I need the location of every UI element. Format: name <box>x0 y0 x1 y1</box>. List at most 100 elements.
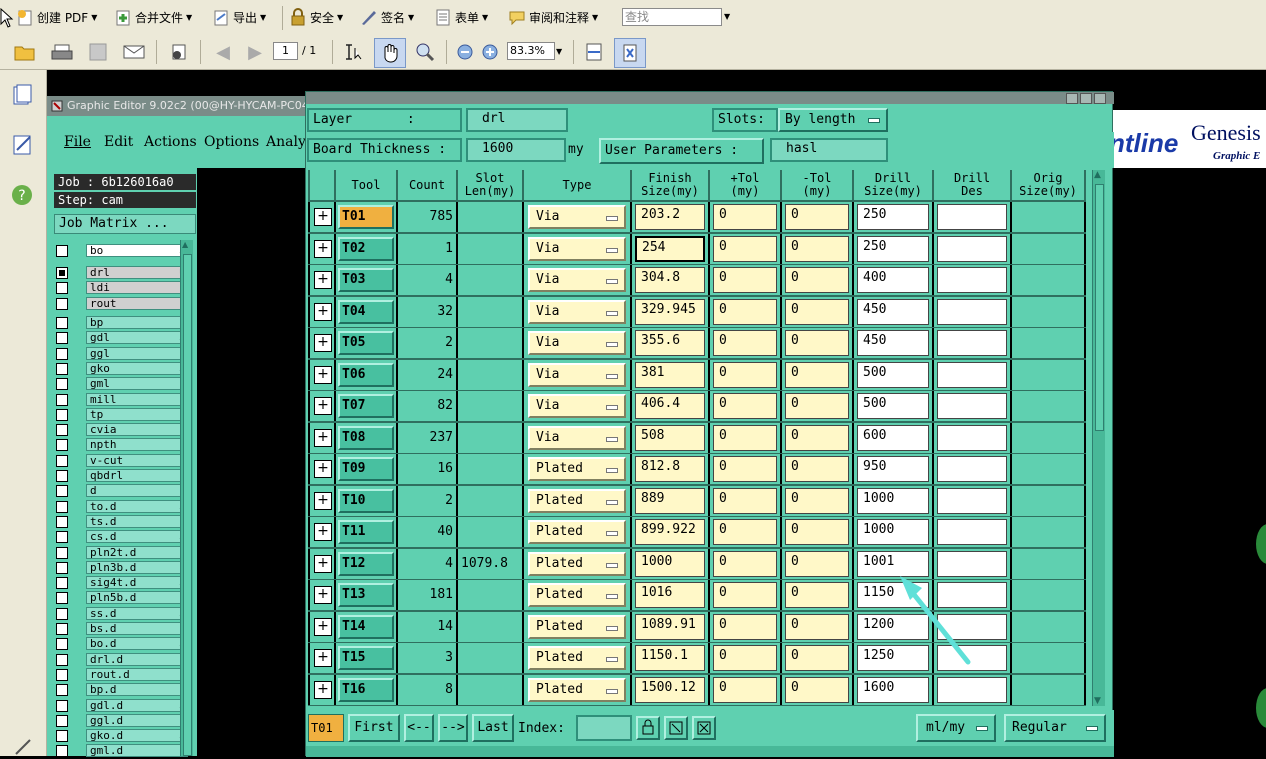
layer-row[interactable]: ldi <box>54 281 194 295</box>
layer-name[interactable]: bo◢ <box>86 244 188 257</box>
pages-icon[interactable] <box>166 40 192 64</box>
maximize-button[interactable] <box>1080 93 1092 104</box>
layer-checkbox[interactable] <box>56 668 68 681</box>
mtol-input[interactable]: 0 <box>785 330 849 356</box>
layer-checkbox[interactable] <box>56 623 68 635</box>
finish-input[interactable]: 889 <box>635 487 705 514</box>
type-dropdown[interactable]: Plated <box>528 457 626 481</box>
layer-row[interactable]: bs.d <box>54 622 194 636</box>
expand-icon[interactable]: + <box>314 586 332 604</box>
mtol-input[interactable]: 0 <box>785 267 849 293</box>
layer-name[interactable]: pln5b.d <box>86 591 188 605</box>
ptol-input[interactable]: 0 <box>713 487 777 514</box>
mtol-input[interactable]: 0 <box>785 676 849 703</box>
layer-row[interactable]: pln2t.d <box>54 545 194 560</box>
layer-name[interactable]: cs.d◢ <box>86 530 188 544</box>
mtol-input[interactable]: 0 <box>785 298 849 325</box>
type-dropdown[interactable]: Plated <box>528 488 626 513</box>
ptol-input[interactable]: 0 <box>713 645 777 671</box>
layer-list-scrollbar[interactable]: ▲ <box>180 240 193 756</box>
drill-size-input[interactable]: 1000 <box>857 519 929 545</box>
last-button[interactable]: Last <box>472 714 514 742</box>
index-input[interactable] <box>576 715 632 741</box>
next-page-icon[interactable]: ▶ <box>242 40 268 64</box>
finish-input[interactable]: 355.6 <box>635 330 705 356</box>
type-dropdown[interactable]: Via <box>528 236 626 261</box>
mtol-input[interactable]: 0 <box>785 424 849 451</box>
layer-row[interactable]: to.d◢ <box>54 499 194 514</box>
column-header[interactable]: -Tol (my) <box>782 170 852 200</box>
type-dropdown[interactable]: Via <box>528 299 626 324</box>
type-dropdown[interactable]: Plated <box>528 614 626 639</box>
ptol-input[interactable]: 0 <box>713 456 777 482</box>
layer-row[interactable]: mill <box>54 392 194 407</box>
layer-checkbox[interactable] <box>56 332 68 345</box>
drill-des-input[interactable] <box>937 487 1007 514</box>
layer-checkbox[interactable] <box>56 362 68 375</box>
forms-button[interactable]: 表单 ▼ <box>434 6 488 28</box>
delete-icon[interactable] <box>692 716 716 740</box>
layer-name[interactable]: gko.d◢ <box>86 729 188 743</box>
tool-button[interactable]: T10 <box>338 488 394 513</box>
drill-des-input[interactable] <box>937 267 1007 293</box>
tool-button[interactable]: T13 <box>338 583 394 607</box>
layer-row[interactable]: bp <box>54 316 194 330</box>
type-dropdown[interactable]: Plated <box>528 551 626 576</box>
zoom-level-input[interactable]: 83.3% <box>507 42 555 60</box>
finish-input[interactable]: 812.8 <box>635 456 705 482</box>
tool-button[interactable]: T04 <box>338 299 394 324</box>
layer-row[interactable]: rout <box>54 296 194 311</box>
mtol-input[interactable]: 0 <box>785 456 849 482</box>
layer-row[interactable]: v-cut <box>54 453 194 468</box>
layer-row[interactable]: gdl.d◢ <box>54 698 194 713</box>
layer-row[interactable]: bp.d <box>54 683 194 697</box>
scroll-thumb[interactable] <box>1095 184 1104 431</box>
finish-input[interactable]: 1089.91 <box>635 613 705 640</box>
layer-row[interactable]: drl⊞ <box>54 266 194 280</box>
page-number-input[interactable]: 1 <box>273 42 298 60</box>
layer-row[interactable]: d <box>54 484 194 498</box>
drill-des-input[interactable] <box>937 424 1007 451</box>
ptol-input[interactable]: 0 <box>713 424 777 451</box>
column-header[interactable]: Orig Size(my) <box>1012 170 1084 200</box>
layer-name[interactable]: ggl <box>86 346 188 360</box>
type-dropdown[interactable]: Plated <box>528 583 626 607</box>
column-header[interactable]: Type <box>524 170 630 200</box>
layer-name[interactable]: tp <box>86 407 188 421</box>
layer-row[interactable]: ss.d◢ <box>54 606 194 621</box>
layer-checkbox[interactable] <box>56 607 68 620</box>
layer-name[interactable]: ldi <box>86 281 188 295</box>
layer-row[interactable]: tp <box>54 407 194 422</box>
layer-checkbox[interactable] <box>56 454 68 467</box>
layer-checkbox[interactable] <box>56 470 68 482</box>
column-header[interactable]: +Tol (my) <box>710 170 780 200</box>
sign-button[interactable]: 签名 ▼ <box>360 6 414 28</box>
drill-size-input[interactable]: 250 <box>857 204 929 230</box>
mtol-input[interactable]: 0 <box>785 645 849 671</box>
drill-size-input[interactable]: 500 <box>857 361 929 388</box>
scroll-down-icon[interactable]: ▼ <box>1094 696 1101 706</box>
menu-analysis[interactable]: Analy <box>266 134 306 150</box>
layer-row[interactable]: gml <box>54 377 194 391</box>
layer-checkbox[interactable] <box>56 531 68 544</box>
drill-des-input[interactable] <box>937 456 1007 482</box>
expand-icon[interactable]: + <box>314 365 332 384</box>
tool-button[interactable]: T07 <box>338 394 394 418</box>
board-thickness-input[interactable]: 1600 <box>466 138 566 162</box>
tool-button[interactable]: T15 <box>338 646 394 670</box>
menu-actions[interactable]: Actions <box>144 134 197 150</box>
expand-icon[interactable]: + <box>314 271 332 289</box>
close-button[interactable] <box>1094 93 1106 104</box>
layer-row[interactable]: ts.d <box>54 514 194 529</box>
slots-dropdown[interactable]: By length <box>778 108 888 132</box>
type-dropdown[interactable]: Via <box>528 362 626 387</box>
security-button[interactable]: 安全 ▼ <box>289 6 343 28</box>
finish-input[interactable]: 1500.12 <box>635 676 705 703</box>
layer-checkbox[interactable] <box>56 424 68 437</box>
tool-button[interactable]: T02 <box>338 236 394 261</box>
job-matrix-button[interactable]: Job Matrix ... <box>54 214 196 234</box>
fit-width-icon[interactable] <box>581 40 607 64</box>
finish-input[interactable]: 1016 <box>635 582 705 608</box>
layer-name[interactable]: npth <box>86 438 188 452</box>
previous-button[interactable]: <-- <box>404 714 434 742</box>
